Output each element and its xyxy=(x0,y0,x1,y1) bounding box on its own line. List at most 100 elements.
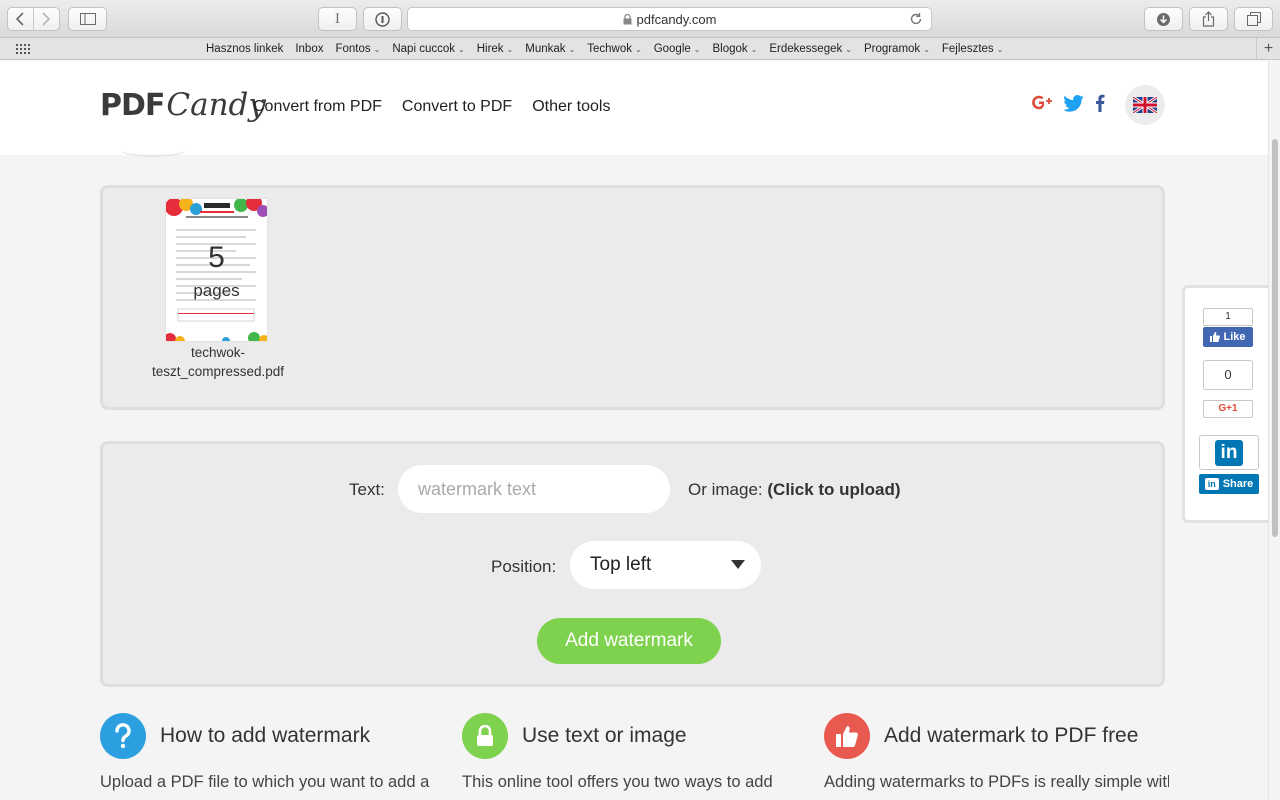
linkedin-widget: in in Share xyxy=(1199,435,1261,494)
bookmark-item[interactable]: Hasznos linkek xyxy=(200,43,289,55)
bookmark-item[interactable]: Techwok ⌄ xyxy=(581,43,647,55)
forward-button[interactable] xyxy=(34,8,59,30)
bookmark-label: Blogok xyxy=(712,43,748,55)
url-text: pdfcandy.com xyxy=(636,11,717,27)
add-tab-button[interactable]: + xyxy=(1256,38,1280,60)
site-header: PDF Candy Convert from PDF Convert to PD… xyxy=(0,61,1268,155)
bookmark-item[interactable]: Napi cuccok ⌄ xyxy=(386,43,470,55)
bookmark-item[interactable]: Fejlesztes ⌄ xyxy=(936,43,1009,55)
bookmark-label: Erdekessegek xyxy=(769,43,843,55)
grid-icon[interactable] xyxy=(16,44,30,54)
share-widget: 1 Like 0 G+1 in in Share xyxy=(1182,285,1268,523)
share-browser-button[interactable] xyxy=(1189,7,1228,31)
key-info-icon xyxy=(375,11,390,27)
bookmark-item[interactable]: Munkak ⌄ xyxy=(519,43,581,55)
google-plus-widget: 0 G+1 xyxy=(1203,360,1253,418)
bookmark-item[interactable]: Blogok ⌄ xyxy=(706,43,763,55)
back-button[interactable] xyxy=(8,8,34,30)
linkedin-share-button[interactable]: in Share xyxy=(1199,474,1259,494)
bookmark-label: Programok xyxy=(863,43,921,55)
thumbs-up-icon xyxy=(824,713,870,759)
lock-icon xyxy=(462,713,508,759)
image-upload-option: Or image: (Click to upload) xyxy=(688,480,901,500)
facebook-like-count: 1 xyxy=(1203,308,1253,326)
position-value: Top left xyxy=(590,554,652,575)
bookmark-label: Hasznos linkek xyxy=(206,43,284,55)
tabs-overview-button[interactable] xyxy=(1234,7,1273,31)
bookmark-label: Fontos xyxy=(335,43,371,55)
chevron-right-icon xyxy=(42,12,51,26)
reload-icon[interactable] xyxy=(909,12,923,26)
bookmark-item[interactable]: Google ⌄ xyxy=(648,43,707,55)
feature-how-to: How to add watermark Upload a PDF file t… xyxy=(100,713,445,791)
nav-convert-to-pdf[interactable]: Convert to PDF xyxy=(402,98,512,116)
google-plus-button[interactable]: G+1 xyxy=(1203,400,1253,418)
password-button[interactable] xyxy=(363,7,402,31)
language-selector[interactable] xyxy=(1125,85,1165,125)
linkedin-mini-icon: in xyxy=(1204,478,1219,490)
nav-convert-from-pdf[interactable]: Convert from PDF xyxy=(253,98,382,116)
downloads-button[interactable] xyxy=(1144,7,1183,31)
bookmarks-bar: Hasznos linkek Inbox Fontos ⌄ Napi cuccok ⌄ Hi… xyxy=(0,38,1280,60)
feature-title: Use text or image xyxy=(522,724,687,747)
position-select[interactable]: Top left xyxy=(570,541,761,589)
share-icon xyxy=(1202,11,1215,27)
bookmark-item[interactable]: Programok ⌄ xyxy=(858,43,936,55)
text-label: Text: xyxy=(349,480,385,499)
bookmark-label: Techwok xyxy=(587,43,632,55)
add-watermark-button[interactable]: Add watermark xyxy=(537,618,721,664)
sidebar-toggle-button[interactable] xyxy=(68,7,107,31)
question-icon xyxy=(100,713,146,759)
chevron-down-icon: ⌄ xyxy=(506,44,514,54)
chevron-down-icon: ⌄ xyxy=(923,44,930,54)
chevron-down-icon: ⌄ xyxy=(693,44,701,54)
bookmark-item[interactable]: Hirek ⌄ xyxy=(471,43,520,55)
google-plus-count: 0 xyxy=(1203,360,1253,390)
bookmark-list: Hasznos linkek Inbox Fontos ⌄ Napi cuccok ⌄ Hi… xyxy=(200,38,1009,60)
page-viewport: PDF Candy Convert from PDF Convert to PD… xyxy=(0,61,1280,800)
page-count: 5 xyxy=(208,241,225,274)
facebook-like-button[interactable]: Like xyxy=(1203,327,1253,347)
nav-other-tools[interactable]: Other tools xyxy=(532,98,610,116)
google-plus-icon[interactable] xyxy=(1032,94,1054,112)
bookmark-label: Fejlesztes xyxy=(941,43,994,55)
facebook-icon[interactable] xyxy=(1093,94,1107,112)
thumbnail-footer-art xyxy=(166,308,267,341)
uploaded-files-panel: 5 pages techwok- teszt_compressed.pdf xyxy=(100,185,1165,410)
tabs-icon xyxy=(1246,12,1261,26)
bookmark-item[interactable]: Fontos ⌄ xyxy=(329,43,386,55)
reader-icon: I xyxy=(334,11,341,27)
file-name: techwok- teszt_compressed.pdf xyxy=(138,343,298,381)
bookmark-label: Inbox xyxy=(295,43,324,55)
bookmark-label: Hirek xyxy=(476,43,504,55)
social-links xyxy=(1032,94,1107,112)
position-label: Position: xyxy=(491,557,557,576)
download-icon xyxy=(1157,12,1170,26)
file-thumbnail[interactable]: 5 pages xyxy=(166,199,267,341)
sidebar-icon xyxy=(79,13,96,25)
chevron-left-icon xyxy=(16,12,24,26)
feature-title: Add watermark to PDF free xyxy=(884,724,1139,747)
chevron-down-icon: ⌄ xyxy=(458,44,465,54)
chevron-down-icon: ⌄ xyxy=(373,44,381,54)
or-image-label: Or image: xyxy=(688,480,763,499)
lock-icon xyxy=(623,13,632,24)
address-bar[interactable]: pdfcandy.com xyxy=(407,7,932,31)
facebook-like-widget: 1 Like xyxy=(1203,308,1253,348)
logo-pdf-text: PDF xyxy=(100,88,165,123)
site-logo[interactable]: PDF Candy xyxy=(100,87,266,123)
scrollbar-thumb[interactable] xyxy=(1272,139,1278,537)
bookmark-item[interactable]: Erdekessegek ⌄ xyxy=(763,43,858,55)
logo-candy-text: Candy xyxy=(166,87,266,123)
reader-button[interactable]: I xyxy=(318,7,357,31)
watermark-text-input[interactable] xyxy=(398,465,670,513)
chevron-down-icon: ⌄ xyxy=(845,44,852,54)
thumbnail-splash-art xyxy=(166,199,267,218)
page-scrollbar[interactable] xyxy=(1268,61,1280,800)
bookmark-item[interactable]: Inbox xyxy=(289,43,329,55)
twitter-icon[interactable] xyxy=(1063,94,1084,112)
feature-free: Add watermark to PDF free Adding waterma… xyxy=(824,713,1169,791)
linkedin-icon: in xyxy=(1215,439,1243,466)
upload-image-link[interactable]: (Click to upload) xyxy=(767,480,900,499)
chevron-down-icon: ⌄ xyxy=(996,44,1004,54)
